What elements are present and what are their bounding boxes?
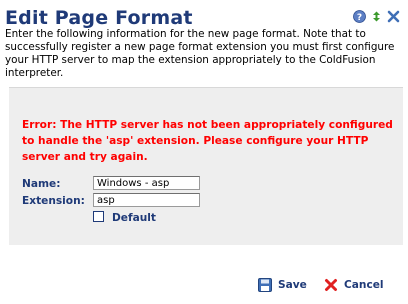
extension-input[interactable]	[93, 193, 200, 207]
extension-label: Extension:	[22, 195, 85, 207]
cancel-button[interactable]: Cancel	[324, 278, 384, 292]
default-label: Default	[112, 212, 156, 224]
cancel-icon	[325, 279, 337, 291]
refresh-icon[interactable]	[370, 10, 383, 23]
close-icon[interactable]	[387, 10, 400, 23]
title-icon-bar: ?	[353, 10, 400, 23]
save-button[interactable]: Save	[258, 278, 307, 292]
name-label: Name:	[22, 178, 61, 190]
help-icon[interactable]: ?	[353, 10, 366, 23]
error-message: Error: The HTTP server has not been appr…	[22, 119, 393, 163]
page-title: Edit Page Format	[5, 7, 193, 29]
save-label: Save	[278, 279, 307, 291]
form-panel: Error: The HTTP server has not been appr…	[9, 87, 403, 245]
intro-text: Enter the following information for the …	[5, 28, 395, 79]
name-input[interactable]	[93, 176, 200, 190]
svg-text:?: ?	[357, 13, 362, 23]
cancel-label: Cancel	[344, 279, 384, 291]
save-icon	[258, 278, 272, 292]
default-checkbox[interactable]	[93, 211, 104, 222]
